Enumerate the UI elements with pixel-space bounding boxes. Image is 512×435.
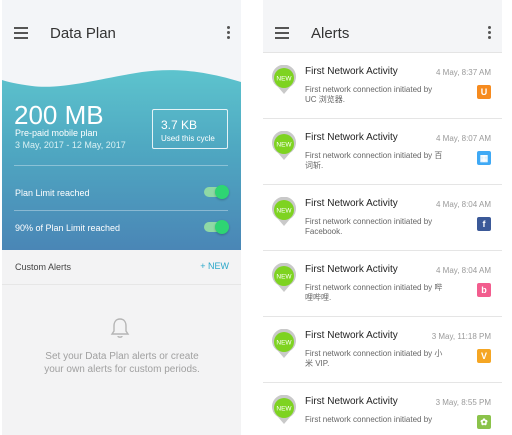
new-badge-icon: NEW xyxy=(272,395,296,424)
alert-body: First network connection initiated by UC… xyxy=(305,85,433,104)
new-badge-icon: NEW xyxy=(272,263,296,292)
alert-item[interactable]: NEW First Network Activity 3 May, 11:18 PM… xyxy=(263,317,502,383)
alert-body: First network connection initiated by 小米… xyxy=(305,349,443,368)
app-bar: Alerts xyxy=(263,0,502,53)
ninety-percent-toggle[interactable] xyxy=(204,220,229,234)
alert-time: 4 May, 8:37 AM xyxy=(436,68,491,77)
custom-alerts-title: Custom Alerts xyxy=(15,262,72,272)
badge-label: NEW xyxy=(276,142,292,149)
hamburger-menu-icon[interactable] xyxy=(275,27,289,39)
alert-title: First Network Activity xyxy=(305,264,398,275)
badge-label: NEW xyxy=(276,274,292,281)
usage-summary-card: 200 MB Pre-paid mobile plan 3 May, 2017 … xyxy=(2,60,241,250)
alert-time: 3 May, 8:55 PM xyxy=(435,398,491,407)
alert-item[interactable]: NEW First Network Activity 3 May, 8:55 PM F… xyxy=(263,383,502,435)
custom-alerts-header: Custom Alerts + NEW xyxy=(2,250,241,285)
divider xyxy=(14,210,228,211)
page-title: Alerts xyxy=(311,25,350,42)
toggle-knob xyxy=(215,220,229,234)
alert-body: First network connection initiated by xyxy=(305,415,433,424)
cycle-usage-label: Used this cycle xyxy=(161,134,215,143)
badge-label: NEW xyxy=(276,406,292,413)
usage-amount: 200 MB xyxy=(14,100,104,130)
cycle-usage-box: 3.7 KB Used this cycle xyxy=(152,109,228,149)
alert-item[interactable]: NEW First Network Activity 4 May, 8:07 AM F… xyxy=(263,119,502,185)
data-plan-screen: 200 MB Pre-paid mobile plan 3 May, 2017 … xyxy=(2,0,241,435)
hamburger-menu-icon[interactable] xyxy=(14,27,28,39)
app-bar: Data Plan xyxy=(2,0,241,60)
alerts-screen: Alerts NEW First Network Activity 4 May, 8… xyxy=(263,0,502,435)
uc-browser-icon: U xyxy=(477,85,491,99)
plan-dates: 3 May, 2017 - 12 May, 2017 xyxy=(15,140,126,150)
plan-limit-toggle[interactable] xyxy=(204,185,229,199)
toggle-knob xyxy=(215,185,229,199)
alert-body: First network connection initiated by 百词… xyxy=(305,151,443,170)
alert-title: First Network Activity xyxy=(305,198,398,209)
badge-label: NEW xyxy=(276,208,292,215)
badge-label: NEW xyxy=(276,340,292,347)
xiaomi-vip-icon: V xyxy=(477,349,491,363)
bell-icon xyxy=(110,318,130,338)
alert-item[interactable]: NEW First Network Activity 4 May, 8:04 AM F… xyxy=(263,251,502,317)
badge-label: NEW xyxy=(276,76,292,83)
plan-type: Pre-paid mobile plan xyxy=(15,128,98,138)
new-badge-icon: NEW xyxy=(272,329,296,358)
alert-time: 4 May, 8:04 AM xyxy=(436,266,491,275)
overflow-menu-icon[interactable] xyxy=(488,26,492,40)
android-app-icon: ✿ xyxy=(477,415,491,429)
alert-time: 4 May, 8:04 AM xyxy=(436,200,491,209)
bilibili-icon: b xyxy=(477,283,491,297)
new-badge-icon: NEW xyxy=(272,197,296,226)
alert-title: First Network Activity xyxy=(305,66,398,77)
alert-title: First Network Activity xyxy=(305,330,398,341)
new-alert-button[interactable]: + NEW xyxy=(200,261,229,271)
new-badge-icon: NEW xyxy=(272,131,296,160)
alert-title: First Network Activity xyxy=(305,396,398,407)
new-badge-icon: NEW xyxy=(272,65,296,94)
alert-title: First Network Activity xyxy=(305,132,398,143)
empty-state-message: Set your Data Plan alerts or create your… xyxy=(44,351,200,375)
wave-decoration xyxy=(2,60,241,87)
facebook-icon: f xyxy=(477,217,491,231)
alert-time: 4 May, 8:07 AM xyxy=(436,134,491,143)
overflow-menu-icon[interactable] xyxy=(227,26,231,40)
divider xyxy=(14,165,228,166)
alert-time: 3 May, 11:18 PM xyxy=(431,332,491,341)
alert-item[interactable]: NEW First Network Activity 4 May, 8:37 AM F… xyxy=(263,53,502,119)
alert-body: First network connection initiated by Fa… xyxy=(305,217,433,236)
cycle-usage-value: 3.7 KB xyxy=(161,118,198,132)
ninety-percent-label: 90% of Plan Limit reached xyxy=(15,223,121,233)
alert-item[interactable]: NEW First Network Activity 4 May, 8:04 AM F… xyxy=(263,185,502,251)
plan-limit-label: Plan Limit reached xyxy=(15,188,90,198)
alert-body: First network connection initiated by 哔哩… xyxy=(305,283,443,302)
page-title: Data Plan xyxy=(50,25,116,42)
baicizhan-icon: ▦ xyxy=(477,151,491,165)
